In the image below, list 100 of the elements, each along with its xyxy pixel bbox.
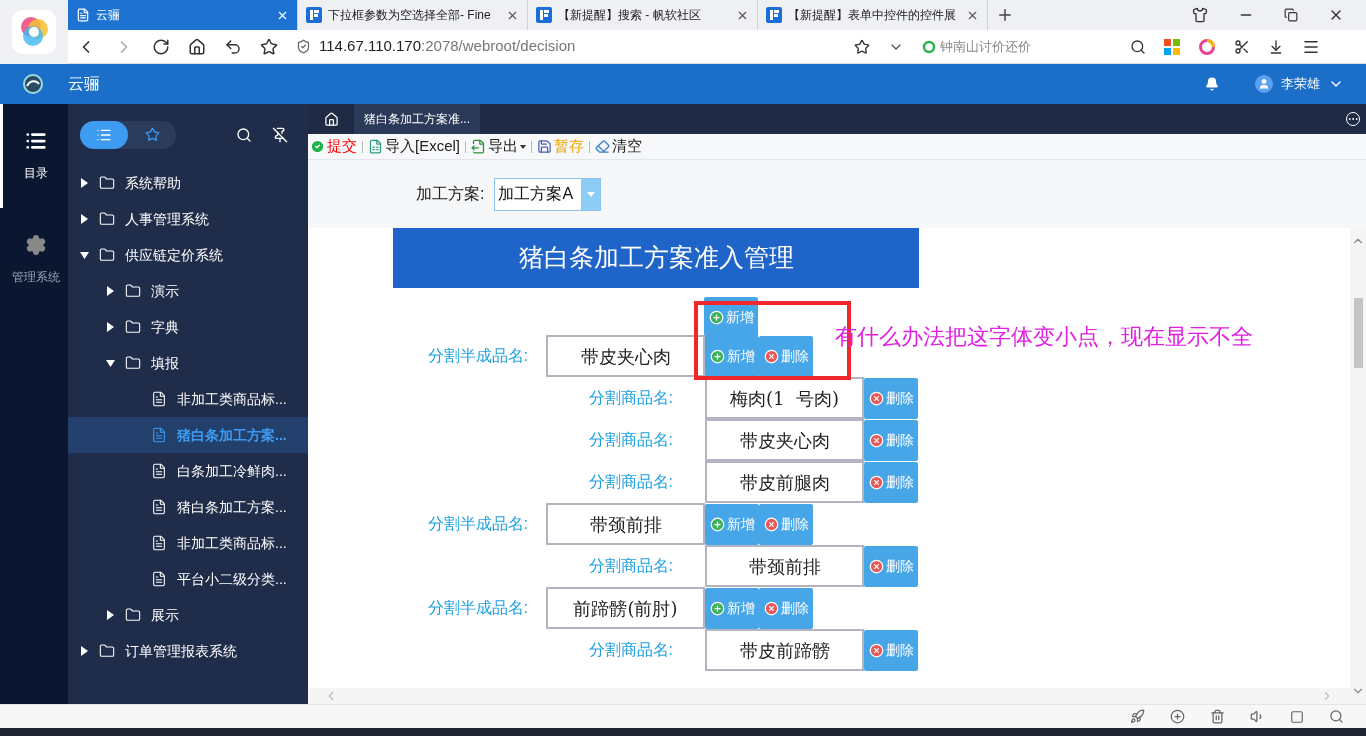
scrollbar-thumb[interactable] <box>1353 298 1363 368</box>
toolbar-button[interactable]: 导出 <box>471 135 526 158</box>
add-circle-icon[interactable] <box>1170 709 1185 724</box>
folder-icon <box>125 283 141 299</box>
caret-icon[interactable] <box>106 286 115 296</box>
caret-icon[interactable] <box>80 646 89 656</box>
tree-item[interactable]: 供应链定价系统 <box>68 237 308 273</box>
export-icon <box>471 139 486 154</box>
tree-item[interactable]: 非加工类商品标... <box>68 381 308 417</box>
window-icon[interactable] <box>1290 709 1304 724</box>
plan-select[interactable]: 加工方案A <box>494 177 602 211</box>
close-icon <box>868 642 884 658</box>
tree-item[interactable]: 平台小二级分类... <box>68 561 308 597</box>
tree-item[interactable]: 猪白条加工方案... <box>68 489 308 525</box>
plus-icon <box>708 310 724 325</box>
star-icon[interactable] <box>260 37 278 56</box>
list-view-tab[interactable] <box>80 120 128 149</box>
trash-icon[interactable] <box>1210 709 1225 724</box>
tree-item[interactable]: 演示 <box>68 273 308 309</box>
tab-title: 云骊 <box>96 7 121 24</box>
tree-item-label: 人事管理系统 <box>125 209 209 229</box>
document-icon <box>151 499 167 515</box>
folder-icon <box>125 319 141 335</box>
shirt-icon[interactable] <box>1192 7 1208 23</box>
home-icon[interactable] <box>188 37 206 56</box>
shield-icon <box>296 39 311 54</box>
caret-icon[interactable] <box>80 178 89 188</box>
bell-icon[interactable] <box>1205 77 1219 91</box>
folder-icon <box>125 355 141 371</box>
close-icon <box>868 558 884 574</box>
search-engine-icon <box>922 39 936 54</box>
tab-title: 【新提醒】表单中控件的控件展 <box>788 7 957 24</box>
field-label: 分割商品名: <box>587 430 673 450</box>
toolbar-button[interactable]: 清空 <box>595 135 642 158</box>
tree-item[interactable]: 字典 <box>68 309 308 345</box>
save-icon <box>537 139 552 154</box>
apps-icon[interactable] <box>1164 38 1180 55</box>
caret-icon[interactable] <box>106 610 115 620</box>
document-icon <box>151 427 167 443</box>
caret-icon[interactable] <box>80 214 89 224</box>
browser-logo-icon[interactable] <box>11 9 57 55</box>
spreadsheet-icon <box>368 139 383 154</box>
reload-icon[interactable] <box>152 37 170 56</box>
tree-item[interactable]: 非加工类商品标... <box>68 525 308 561</box>
home-icon <box>323 111 339 127</box>
value-cell: 带皮夹心肉 <box>705 419 864 461</box>
ring-icon[interactable] <box>1198 37 1216 56</box>
scissors-icon[interactable] <box>1234 38 1250 55</box>
browser-tab[interactable]: 云骊 <box>68 0 298 30</box>
tree-item[interactable]: 订单管理报表系统 <box>68 633 308 669</box>
tree-item[interactable]: 猪白条加工方案... <box>68 417 308 453</box>
tree-item-label: 演示 <box>151 281 179 301</box>
new-tab-icon[interactable] <box>996 6 1014 24</box>
tab-title: 下拉框参数为空选择全部- Fine <box>328 7 492 24</box>
eraser-icon <box>595 139 610 154</box>
rail-item[interactable]: 管理系统 <box>0 208 68 312</box>
tree-item-label: 订单管理报表系统 <box>125 641 237 661</box>
plus-icon <box>709 600 725 616</box>
app-logo-icon[interactable] <box>22 73 44 95</box>
list-icon <box>24 130 47 152</box>
document-icon <box>151 463 167 479</box>
search-icon[interactable] <box>236 126 252 143</box>
document-icon <box>151 535 167 551</box>
pin-icon[interactable] <box>272 126 288 143</box>
value-cell: 前蹄髈(前肘) <box>546 587 705 629</box>
tree-item[interactable]: 展示 <box>68 597 308 633</box>
close-icon <box>763 516 779 532</box>
toolbar-button[interactable]: 提交 <box>310 135 357 158</box>
field-label: 分割商品名: <box>587 472 673 492</box>
content-tab[interactable]: 猪白条加工方案准... <box>354 104 480 134</box>
star-icon[interactable] <box>854 38 870 55</box>
value-cell: 带皮夹心肉 <box>546 335 705 377</box>
value-cell: 梅肉(1 号肉) <box>705 377 864 419</box>
address-field[interactable]: 114.67.110.170:2078/webroot/decision <box>319 35 576 58</box>
vertical-scrollbar[interactable] <box>1350 228 1366 704</box>
tree-item[interactable]: 人事管理系统 <box>68 201 308 237</box>
caret-icon[interactable] <box>106 322 115 332</box>
value-cell: 带颈前排 <box>546 503 705 545</box>
search-icon[interactable] <box>1130 38 1146 55</box>
dropdown-icon <box>581 178 601 210</box>
close-icon <box>763 600 779 616</box>
user-menu[interactable]: 李荣雄 <box>1255 74 1344 94</box>
undo-icon[interactable] <box>224 37 242 56</box>
field-label: 分割半成品名: <box>426 598 528 618</box>
document-icon <box>151 571 167 587</box>
site-logo-icon <box>536 7 552 23</box>
tree-item-label: 非加工类商品标... <box>177 389 287 409</box>
download-icon[interactable] <box>1268 38 1284 55</box>
tree-item-label: 字典 <box>151 317 179 337</box>
restore-icon[interactable] <box>1284 8 1298 22</box>
tree-item[interactable]: 填报 <box>68 345 308 381</box>
tree-item-label: 猪白条加工方案... <box>177 497 287 517</box>
tree-item[interactable]: 白条加工冷鲜肉... <box>68 453 308 489</box>
caret-icon[interactable] <box>80 250 89 260</box>
toolbar-button[interactable]: 导入[Excel] <box>368 135 460 158</box>
tree-item[interactable]: 系统帮助 <box>68 165 308 201</box>
app-title: 云骊 <box>68 74 100 94</box>
caret-icon[interactable] <box>106 358 115 368</box>
search-field[interactable]: 钟南山讨价还价 <box>922 36 1112 57</box>
rocket-icon[interactable] <box>1130 709 1145 724</box>
